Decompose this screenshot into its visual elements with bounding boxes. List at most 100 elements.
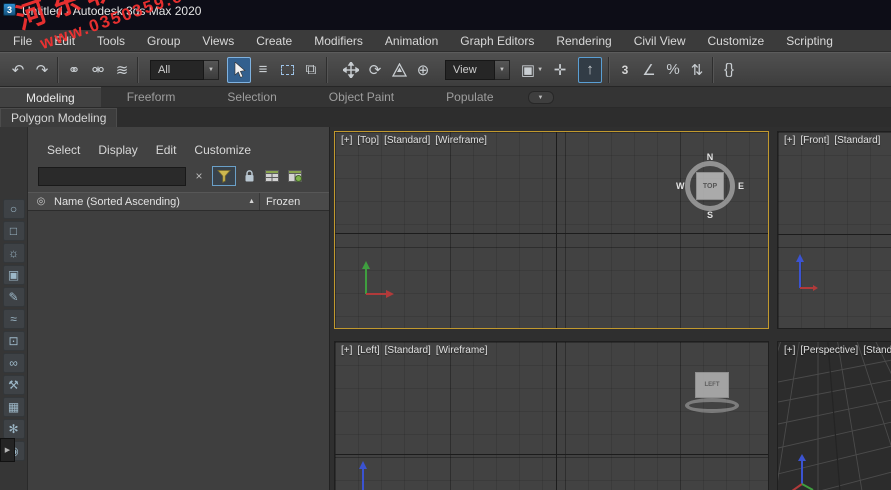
percent-snap-button[interactable]: %: [661, 57, 685, 83]
viewport-top[interactable]: [+] [Top] [Standard] [Wireframe] TOP N W…: [334, 131, 769, 329]
menu-views[interactable]: Views: [191, 31, 245, 51]
select-and-scale-button[interactable]: [387, 57, 411, 83]
viewport-pov-menu[interactable]: [Front]: [800, 135, 829, 146]
bind-to-space-warp-button[interactable]: ≋: [110, 57, 134, 83]
viewport-standard-menu[interactable]: [Standard]: [834, 135, 880, 146]
display-shapes-icon[interactable]: □: [2, 221, 25, 241]
explorer-menu-edit[interactable]: Edit: [147, 141, 186, 159]
viewport-perspective[interactable]: [+] [Perspective] [Standard]: [777, 341, 891, 490]
viewport-general-menu[interactable]: [+]: [341, 345, 352, 356]
viewport-general-menu[interactable]: [+]: [341, 135, 352, 146]
viewcube-left-face[interactable]: LEFT: [695, 372, 729, 398]
viewport-splitter-horizontal[interactable]: [330, 329, 891, 341]
select-and-manipulate-button[interactable]: ✛: [548, 57, 572, 83]
select-and-link-button[interactable]: ⚭: [62, 57, 86, 83]
viewport-standard-menu[interactable]: [Standard]: [863, 345, 891, 356]
keyboard-shortcut-override-button[interactable]: ↑: [578, 56, 602, 83]
reference-coordinate-dropdown[interactable]: View: [445, 59, 495, 80]
filter-funnel-icon[interactable]: [212, 166, 236, 186]
menu-create[interactable]: Create: [245, 31, 303, 51]
select-by-name-button[interactable]: ≡: [251, 57, 275, 83]
tab-modeling[interactable]: Modeling: [0, 87, 101, 107]
viewport-general-menu[interactable]: [+]: [784, 345, 795, 356]
viewcube-compass-ring[interactable]: [685, 398, 739, 413]
select-and-rotate-button[interactable]: ⟳: [363, 57, 387, 83]
display-xrefs-icon[interactable]: ∞: [2, 353, 25, 373]
menu-modifiers[interactable]: Modifiers: [303, 31, 374, 51]
redo-button[interactable]: ↷: [30, 57, 54, 83]
polygon-modeling-panel-tab[interactable]: Polygon Modeling: [0, 108, 118, 127]
display-geometry-icon[interactable]: ○: [2, 199, 25, 219]
spinner-snap-button[interactable]: ⇅: [685, 57, 709, 83]
display-bones-icon[interactable]: ⚒: [2, 375, 25, 395]
angle-snap-button[interactable]: ∠: [637, 57, 661, 83]
selection-filter-arrow[interactable]: ▼: [204, 59, 219, 80]
reference-coordinate-arrow[interactable]: ▼: [495, 59, 510, 80]
display-containers-icon[interactable]: ▦: [2, 397, 25, 417]
tab-selection[interactable]: Selection: [201, 87, 302, 107]
viewcube[interactable]: LEFT: [685, 366, 739, 418]
unlink-selection-button[interactable]: ⚮: [86, 57, 110, 83]
viewcube[interactable]: TOP N W E S: [676, 152, 744, 220]
compass-east-label[interactable]: E: [738, 181, 744, 191]
configure-columns-icon[interactable]: [262, 166, 282, 186]
tab-freeform[interactable]: Freeform: [101, 87, 202, 107]
tab-object-paint[interactable]: Object Paint: [303, 87, 420, 107]
snaps-toggle-button[interactable]: 3: [613, 57, 637, 83]
viewcube-top-face[interactable]: TOP: [696, 172, 724, 200]
viewport-standard-menu[interactable]: [Standard]: [384, 135, 430, 146]
menu-rendering[interactable]: Rendering: [545, 31, 622, 51]
viewport-standard-menu[interactable]: [Standard]: [385, 345, 431, 356]
column-header-name[interactable]: Name (Sorted Ascending) ▲: [54, 193, 260, 210]
explorer-item-list[interactable]: [28, 211, 329, 490]
panel-expand-button[interactable]: ▶: [0, 438, 15, 462]
header-display-icon[interactable]: ◎: [28, 196, 54, 207]
edit-columns-icon[interactable]: [285, 166, 305, 186]
explorer-menu-display[interactable]: Display: [89, 141, 146, 159]
menu-civil-view[interactable]: Civil View: [623, 31, 697, 51]
clear-search-icon[interactable]: ×: [189, 166, 209, 186]
menu-customize[interactable]: Customize: [697, 31, 776, 51]
explorer-search-input[interactable]: [38, 166, 186, 186]
select-and-place-button[interactable]: ⊕: [411, 57, 435, 83]
viewport-pov-menu[interactable]: [Top]: [357, 135, 379, 146]
display-space-warps-icon[interactable]: ≈: [2, 309, 25, 329]
menu-animation[interactable]: Animation: [374, 31, 449, 51]
viewport-shading-menu[interactable]: [Wireframe]: [436, 345, 488, 356]
select-object-button[interactable]: [227, 56, 251, 83]
menu-graph-editors[interactable]: Graph Editors: [449, 31, 545, 51]
viewport-front[interactable]: [+] [Front] [Standard]: [777, 131, 891, 329]
menu-group[interactable]: Group: [136, 31, 191, 51]
use-pivot-point-button[interactable]: ▣ ▼: [516, 57, 548, 83]
lock-cell-editing-icon[interactable]: [239, 166, 259, 186]
tab-populate[interactable]: Populate: [420, 87, 519, 107]
explorer-menu-customize[interactable]: Customize: [185, 141, 260, 159]
menu-file[interactable]: File: [2, 31, 43, 51]
display-groups-icon[interactable]: ⊡: [2, 331, 25, 351]
column-header-frozen[interactable]: Frozen: [260, 196, 329, 208]
display-frozen-icon[interactable]: ✻: [2, 419, 25, 439]
viewport-pov-menu[interactable]: [Left]: [357, 345, 379, 356]
compass-north-label[interactable]: N: [707, 152, 714, 162]
viewport-left[interactable]: [+] [Left] [Standard] [Wireframe] LEFT: [334, 341, 769, 490]
compass-west-label[interactable]: W: [676, 181, 685, 191]
select-and-move-button[interactable]: [339, 57, 363, 83]
ribbon-overflow-button[interactable]: ▼: [527, 91, 554, 104]
rectangular-selection-region-button[interactable]: [275, 57, 299, 83]
named-selection-sets-button[interactable]: {}: [717, 57, 741, 83]
viewport-pov-menu[interactable]: [Perspective]: [800, 345, 858, 356]
menu-edit[interactable]: Edit: [43, 31, 86, 51]
menu-tools[interactable]: Tools: [86, 31, 136, 51]
viewport-shading-menu[interactable]: [Wireframe]: [435, 135, 487, 146]
display-helpers-icon[interactable]: ✎: [2, 287, 25, 307]
undo-button[interactable]: ↶: [6, 57, 30, 83]
display-cameras-icon[interactable]: ▣: [2, 265, 25, 285]
window-crossing-button[interactable]: ⧉: [299, 57, 323, 83]
viewport-splitter-vertical[interactable]: [769, 127, 777, 490]
viewport-general-menu[interactable]: [+]: [784, 135, 795, 146]
compass-south-label[interactable]: S: [707, 210, 713, 220]
display-lights-icon[interactable]: ☼: [2, 243, 25, 263]
explorer-menu-select[interactable]: Select: [38, 141, 89, 159]
app-icon[interactable]: 3: [3, 3, 16, 16]
menu-scripting[interactable]: Scripting: [775, 31, 844, 51]
